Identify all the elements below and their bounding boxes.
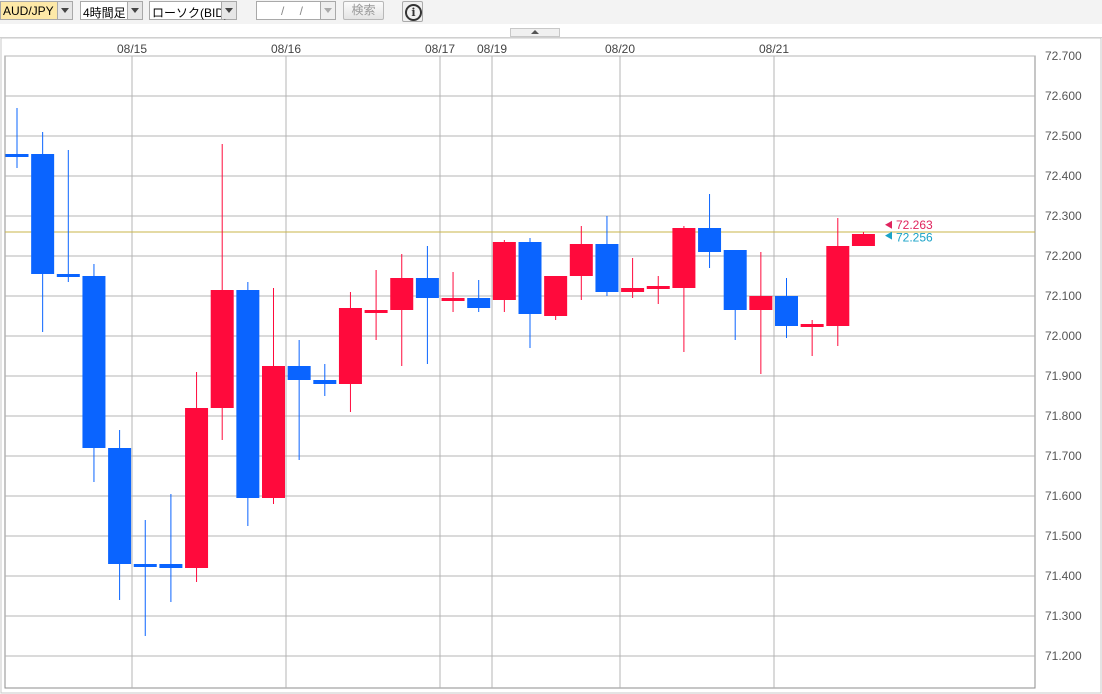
- candle-body: [672, 228, 696, 288]
- y-tick-label: 71.900: [1045, 369, 1082, 383]
- candle-body: [364, 310, 388, 313]
- y-tick-label: 72.100: [1045, 289, 1082, 303]
- chevron-down-icon[interactable]: [127, 2, 142, 19]
- candle-body: [210, 290, 234, 408]
- y-tick-label: 72.600: [1045, 89, 1082, 103]
- currency-pair-select[interactable]: AUD/JPY: [0, 1, 73, 20]
- candle-body: [800, 324, 824, 327]
- candle-body: [313, 380, 337, 384]
- search-button[interactable]: 検索: [343, 1, 384, 20]
- interval-value: 4時間足: [83, 6, 126, 20]
- y-tick-label: 72.400: [1045, 169, 1082, 183]
- y-tick-label: 72.200: [1045, 249, 1082, 263]
- candle-body: [159, 564, 183, 568]
- candle-body: [749, 296, 773, 310]
- currency-pair-value: AUD/JPY: [3, 4, 54, 18]
- candle-body: [287, 366, 311, 380]
- candle-body: [569, 244, 593, 276]
- candle-body: [390, 278, 414, 310]
- candle-body: [108, 448, 132, 564]
- candle-body: [5, 154, 29, 157]
- chart-type-value: ローソク(BID): [152, 6, 228, 20]
- x-date-label: 08/20: [605, 42, 635, 56]
- candle-body: [851, 234, 875, 246]
- candle-body: [236, 290, 260, 498]
- candle-body: [441, 298, 465, 301]
- candle-body: [56, 274, 80, 277]
- candle-body: [338, 308, 362, 384]
- y-tick-label: 71.800: [1045, 409, 1082, 423]
- date-placeholder: / /: [281, 4, 310, 18]
- candle-body: [621, 288, 645, 292]
- y-tick-label: 72.700: [1045, 49, 1082, 63]
- candle-body: [775, 296, 798, 326]
- y-tick-label: 71.400: [1045, 569, 1082, 583]
- y-tick-label: 71.200: [1045, 649, 1082, 663]
- x-date-label: 08/16: [271, 42, 301, 56]
- chevron-down-icon[interactable]: [320, 2, 335, 19]
- candle-body: [492, 242, 516, 300]
- candle-body: [467, 298, 491, 308]
- candle-body: [698, 228, 722, 252]
- candle-body: [544, 276, 568, 316]
- y-tick-label: 71.300: [1045, 609, 1082, 623]
- y-tick-label: 72.000: [1045, 329, 1082, 343]
- candle-body: [646, 286, 670, 289]
- info-button[interactable]: i: [402, 1, 423, 22]
- collapse-toggle-button[interactable]: [510, 28, 560, 37]
- x-date-label: 08/21: [759, 42, 789, 56]
- chevron-down-icon[interactable]: [57, 2, 72, 19]
- chevron-down-icon[interactable]: [221, 2, 236, 19]
- x-date-label: 08/19: [477, 42, 507, 56]
- y-tick-label: 71.600: [1045, 489, 1082, 503]
- candle-body: [31, 154, 55, 274]
- y-tick-label: 72.300: [1045, 209, 1082, 223]
- candle-body: [518, 242, 542, 314]
- y-tick-label: 72.500: [1045, 129, 1082, 143]
- info-icon: i: [405, 4, 422, 21]
- candle-body: [133, 564, 157, 567]
- y-tick-label: 71.500: [1045, 529, 1082, 543]
- candlestick-chart[interactable]: 71.200 71.300 71.400 71.500 71.600 71.700 71.8…: [0, 38, 1102, 694]
- interval-select[interactable]: 4時間足: [80, 1, 143, 20]
- candle-body: [82, 276, 106, 448]
- y-tick-label: 71.700: [1045, 449, 1082, 463]
- candle-body: [595, 244, 619, 292]
- chart-type-select[interactable]: ローソク(BID): [149, 1, 237, 20]
- x-date-label: 08/17: [425, 42, 455, 56]
- candle-body: [185, 408, 209, 568]
- candle-body: [415, 278, 439, 298]
- candle-body: [262, 366, 285, 498]
- x-date-label: 08/15: [117, 42, 147, 56]
- candle-body: [723, 250, 747, 310]
- bid-price-label: 72.256: [896, 231, 933, 245]
- candle-body: [826, 246, 850, 326]
- toolbar: AUD/JPY 4時間足 ローソク(BID) / / 検索 i: [0, 0, 1102, 24]
- plot-area: [4, 55, 1036, 689]
- date-input[interactable]: / /: [256, 1, 336, 20]
